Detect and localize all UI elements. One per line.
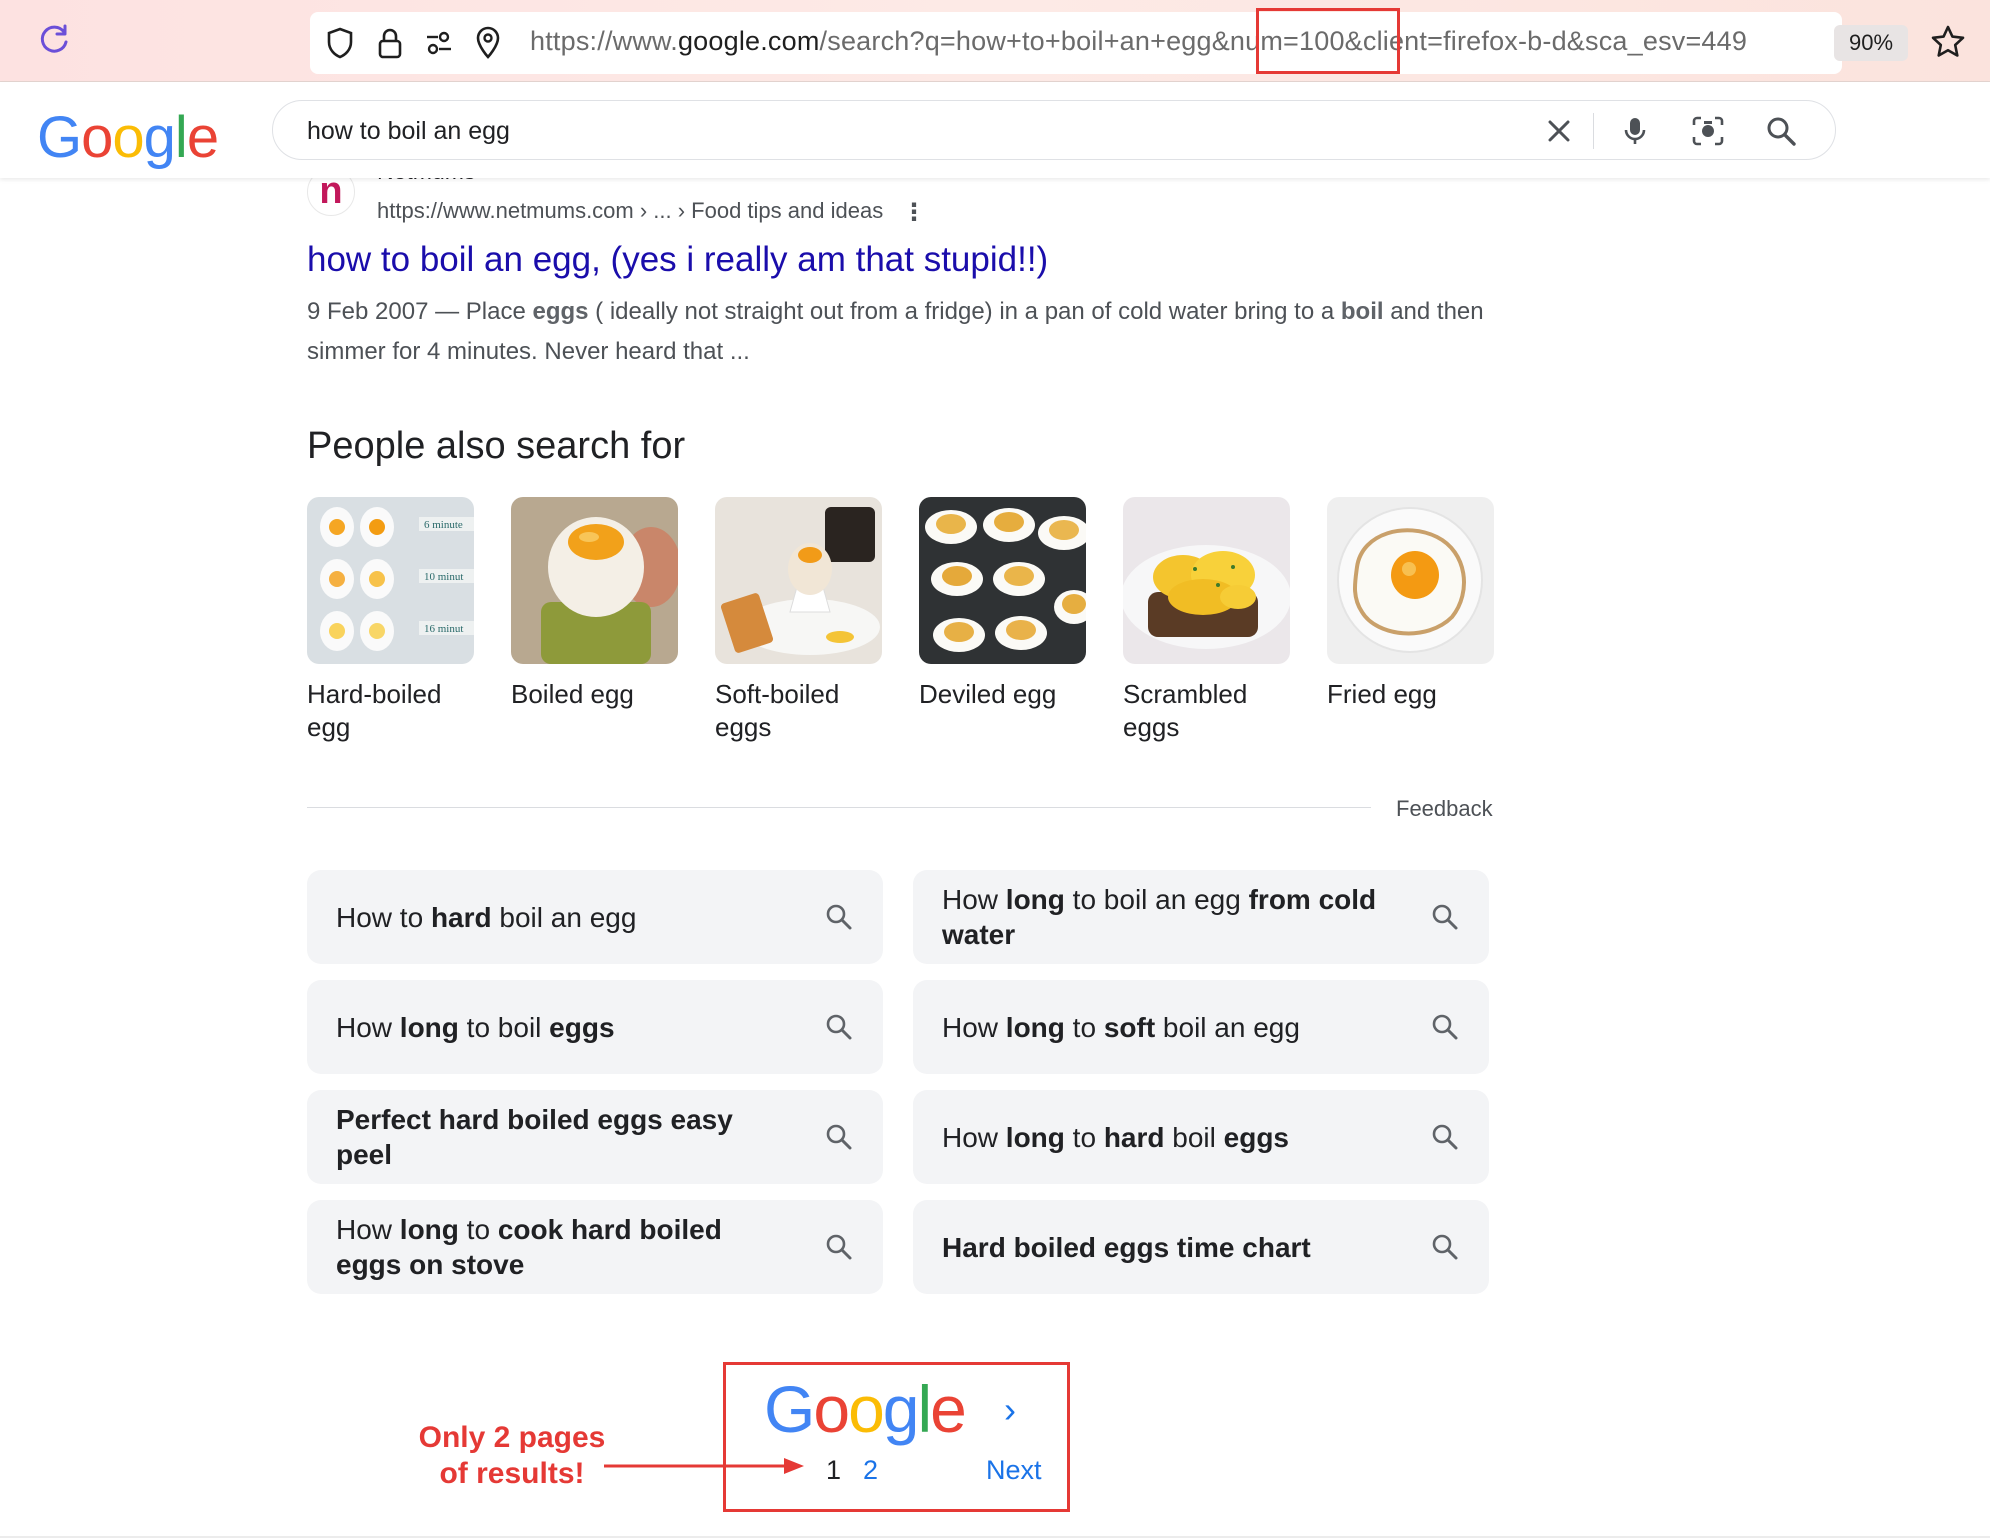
soft-boiled-eggs-image[interactable] xyxy=(715,497,882,664)
search-icon xyxy=(1432,1014,1458,1040)
search-icon xyxy=(826,1124,852,1150)
svg-text:10 minut: 10 minut xyxy=(424,571,463,583)
bookmark-star-icon[interactable] xyxy=(1930,24,1966,60)
pasf-label[interactable]: Soft-boiled eggs xyxy=(715,678,882,744)
related-search-item[interactable]: Perfect hard boiled eggs easy peel xyxy=(307,1090,883,1184)
annotation-line-2: of results! xyxy=(439,1457,585,1490)
zoom-level-badge[interactable]: 90% xyxy=(1834,25,1908,61)
search-icon[interactable] xyxy=(1765,115,1797,147)
reload-icon[interactable] xyxy=(36,22,72,58)
pagination-google-logo: Google xyxy=(764,1372,967,1446)
search-divider xyxy=(1593,113,1594,149)
clear-icon[interactable] xyxy=(1543,115,1575,147)
google-logo[interactable]: Google xyxy=(37,104,219,171)
pasf-label[interactable]: Hard-boiled egg xyxy=(307,678,474,744)
browser-toolbar: https://www.google.com/search?q=how+to+b… xyxy=(0,0,1990,82)
scrambled-eggs-image[interactable] xyxy=(1123,497,1290,664)
boiled-egg-image[interactable] xyxy=(511,497,678,664)
annotation-arrow-icon xyxy=(604,1458,804,1474)
annotation-line-1: Only 2 pages xyxy=(418,1421,606,1454)
feedback-link[interactable]: Feedback xyxy=(1396,796,1493,822)
search-box xyxy=(272,100,1836,160)
related-search-item[interactable]: How long to cook hard boiled eggs on sto… xyxy=(307,1200,883,1294)
pasf-item-deviled[interactable]: Deviled egg xyxy=(919,497,1086,744)
section-divider xyxy=(307,807,1371,808)
related-search-item[interactable]: How long to soft boil an egg xyxy=(913,980,1489,1074)
related-search-text[interactable]: How to hard boil an egg xyxy=(336,900,776,935)
pasf-label[interactable]: Boiled egg xyxy=(511,678,678,711)
location-icon[interactable] xyxy=(474,26,502,60)
lens-camera-icon[interactable] xyxy=(1691,115,1725,147)
search-icon xyxy=(826,1234,852,1260)
pasf-item-soft-boiled[interactable]: Soft-boiled eggs xyxy=(715,497,882,744)
people-also-search-grid: 6 minute 10 minut 16 minut Hard-boiled e… xyxy=(307,497,1494,744)
related-search-text[interactable]: How long to soft boil an egg xyxy=(942,1010,1382,1045)
microphone-icon[interactable] xyxy=(1619,115,1651,147)
search-icon xyxy=(1432,1124,1458,1150)
url-num-param-highlight xyxy=(1256,8,1400,74)
search-input[interactable] xyxy=(307,113,1507,149)
related-search-text[interactable]: How long to cook hard boiled eggs on sto… xyxy=(336,1212,776,1282)
google-header: Google xyxy=(0,82,1990,178)
related-search-item[interactable]: Hard boiled eggs time chart xyxy=(913,1200,1489,1294)
shield-icon[interactable] xyxy=(324,26,356,60)
related-search-text[interactable]: How long to boil an egg from cold water xyxy=(942,882,1382,952)
result-snippet: 9 Feb 2007 — Place eggs ( ideally not st… xyxy=(307,298,1484,365)
hard-boiled-egg-image[interactable]: 6 minute 10 minut 16 minut xyxy=(307,497,474,664)
pasf-item-boiled[interactable]: Boiled egg xyxy=(511,497,678,744)
search-icon xyxy=(1432,1234,1458,1260)
page-2-link[interactable]: 2 xyxy=(863,1455,878,1486)
related-search-item[interactable]: How long to hard boil eggs xyxy=(913,1090,1489,1184)
page-1-current: 1 xyxy=(826,1455,842,1485)
pagination-highlight-box: Google › 1 2 Next xyxy=(723,1362,1070,1512)
fried-egg-image[interactable] xyxy=(1327,497,1494,664)
result-url-breadcrumb[interactable]: https://www.netmums.com › ... › Food tip… xyxy=(377,198,883,224)
search-icon xyxy=(826,1014,852,1040)
deviled-egg-image[interactable] xyxy=(919,497,1086,664)
svg-text:16 minut: 16 minut xyxy=(424,623,463,635)
related-search-item[interactable]: How long to boil eggs xyxy=(307,980,883,1074)
pasf-item-fried[interactable]: Fried egg xyxy=(1327,497,1494,744)
people-also-search-heading: People also search for xyxy=(307,425,686,467)
result-title-link[interactable]: how to boil an egg, (yes i really am tha… xyxy=(307,240,1048,280)
pasf-label[interactable]: Deviled egg xyxy=(919,678,1086,711)
search-icon xyxy=(826,904,852,930)
more-options-icon[interactable]: ⋮ xyxy=(902,198,926,227)
annotation-note: Only 2 pages of results! xyxy=(402,1420,622,1492)
related-search-item[interactable]: How to hard boil an egg xyxy=(307,870,883,964)
page-bottom-rule xyxy=(0,1536,1990,1538)
url-bar[interactable]: https://www.google.com/search?q=how+to+b… xyxy=(310,12,1842,74)
pasf-label[interactable]: Fried egg xyxy=(1327,678,1494,711)
permissions-icon[interactable] xyxy=(424,28,454,58)
pasf-item-scrambled[interactable]: Scrambled eggs xyxy=(1123,497,1290,744)
svg-text:6 minute: 6 minute xyxy=(424,519,463,531)
related-search-item[interactable]: How long to boil an egg from cold water xyxy=(913,870,1489,964)
url-text[interactable]: https://www.google.com/search?q=how+to+b… xyxy=(530,26,1830,57)
related-searches: How to hard boil an egg How long to boil … xyxy=(307,870,1493,1294)
related-search-text[interactable]: Perfect hard boiled eggs easy peel xyxy=(336,1102,776,1172)
pasf-item-hard-boiled[interactable]: 6 minute 10 minut 16 minut Hard-boiled e… xyxy=(307,497,474,744)
pasf-label[interactable]: Scrambled eggs xyxy=(1123,678,1290,744)
related-search-text[interactable]: How long to boil eggs xyxy=(336,1010,776,1045)
search-icon xyxy=(1432,904,1458,930)
related-search-text[interactable]: How long to hard boil eggs xyxy=(942,1120,1382,1155)
next-page-link[interactable]: Next xyxy=(986,1455,1042,1486)
lock-icon[interactable] xyxy=(376,26,404,60)
next-chevron-icon[interactable]: › xyxy=(1004,1389,1016,1431)
related-search-text[interactable]: Hard boiled eggs time chart xyxy=(942,1230,1382,1265)
